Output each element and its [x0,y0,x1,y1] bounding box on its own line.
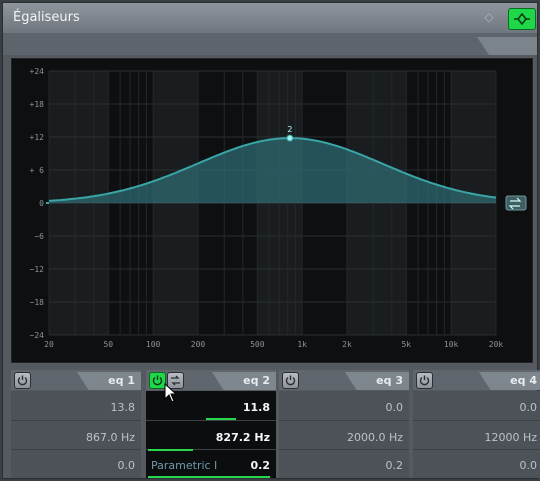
band-gain-value[interactable]: 0.0 [520,401,538,414]
band-freq-value[interactable]: 867.0 Hz [86,431,135,444]
x-tick-label: 20k [489,340,504,349]
eq-graph[interactable]: +24 +18 +12 + 6 0 −6 −12 −18 −24 20 50 100 200 500 1k 2… [11,58,533,363]
power-icon [152,375,163,386]
band-power-button[interactable] [416,372,433,389]
band-params: 11.8 827.2 Hz 0.2 Parametric I [146,383,276,478]
y-tick-label: + 6 [30,166,45,175]
band-panel-3: eq 3 0.0 2000.0 Hz 0.2 [279,370,409,478]
mouse-cursor-icon [164,383,178,403]
band-panels: eq 1 13.8 867.0 Hz 0.0 eq 2 11.8 827.2 H… [11,370,540,478]
band-gain-value[interactable]: 11.8 [243,401,270,414]
band-freq-value[interactable]: 827.2 Hz [216,431,270,444]
y-tick-label: −12 [30,265,45,274]
band-tab[interactable]: eq 3 [345,372,409,390]
title-bar: Égaliseurs ◇ [3,3,537,34]
band-params: 13.8 867.0 Hz 0.0 [11,391,141,478]
x-tick-label: 10k [444,340,459,349]
x-tick-label: 100 [146,340,161,349]
band-q-value[interactable]: 0.0 [520,459,538,472]
band-name: eq 3 [376,374,403,387]
y-tick-label: +18 [30,100,45,109]
curve-icon [514,13,530,25]
band-panel-1: eq 1 13.8 867.0 Hz 0.0 [11,370,141,478]
toolbar-strip [3,33,537,55]
equalizer-window: Égaliseurs ◇ +24 +18 +12 + 6 0 −6 −12 −18 −24 20 5… [2,2,540,479]
band-q-value[interactable]: 0.2 [386,459,404,472]
divider [279,420,409,421]
band-panel-2: eq 2 11.8 827.2 Hz 0.2 Parametric I [146,370,276,478]
band-panel-4: eq 4 0.0 12000 Hz 0.0 [413,370,540,478]
flip-curve-button[interactable] [505,195,527,211]
power-icon [17,375,28,386]
divider [11,420,141,421]
x-tick-label: 1k [297,340,307,349]
y-tick-label: +12 [30,133,45,142]
band-name: eq 4 [510,374,537,387]
band-params: 0.0 2000.0 Hz 0.2 [279,391,409,478]
x-tick-label: 5k [401,340,411,349]
x-tick-label: 20 [44,340,54,349]
power-icon [419,375,430,386]
divider [279,449,409,450]
divider [11,449,141,450]
x-tick-label: 500 [250,340,265,349]
x-tick-label: 50 [103,340,113,349]
band-q-value[interactable]: 0.0 [118,459,136,472]
eq-curve-toggle-button[interactable] [508,8,536,30]
band-name: eq 2 [243,374,270,387]
band-name: eq 1 [108,374,135,387]
band-power-button[interactable] [14,372,31,389]
eq-curve-fill [49,138,496,203]
freq-level-bar [148,449,193,451]
y-tick-label: −24 [30,331,45,340]
divider [413,449,540,450]
gain-level-bar [206,418,236,420]
x-tick-label: 2k [342,340,352,349]
y-tick-label: 0 [39,199,44,208]
band-gain-value[interactable]: 13.8 [111,401,136,414]
y-tick-label: +24 [30,67,45,76]
band-type-label[interactable]: Parametric I [151,459,217,472]
band-q-value[interactable]: 0.2 [251,459,271,472]
preset-tab[interactable] [477,37,537,55]
band-2-handle-label: 2 [287,125,292,134]
divider [413,420,540,421]
band-freq-value[interactable]: 12000 Hz [484,431,537,444]
diamond-icon[interactable]: ◇ [481,9,497,25]
y-tick-label: −18 [30,298,45,307]
band-tab[interactable]: eq 4 [479,372,540,390]
x-tick-label: 200 [191,340,206,349]
band-power-button[interactable] [282,372,299,389]
band-freq-value[interactable]: 2000.0 Hz [347,431,403,444]
band-header: eq 1 [11,370,141,390]
band-2-handle[interactable] [286,134,294,142]
q-level-bar [148,476,270,478]
band-gain-value[interactable]: 0.0 [386,401,404,414]
eq-graph-canvas[interactable]: +24 +18 +12 + 6 0 −6 −12 −18 −2420 50 100 200 500 1k 2… [12,59,532,362]
band-params: 0.0 12000 Hz 0.0 [413,391,540,478]
power-icon [285,375,296,386]
band-tab[interactable]: eq 2 [212,372,276,390]
y-tick-label: −6 [34,232,44,241]
divider [146,420,276,421]
window-title: Égaliseurs [13,10,80,25]
band-tab[interactable]: eq 1 [77,372,141,390]
band-header: eq 4 [413,370,540,390]
band-header: eq 3 [279,370,409,390]
